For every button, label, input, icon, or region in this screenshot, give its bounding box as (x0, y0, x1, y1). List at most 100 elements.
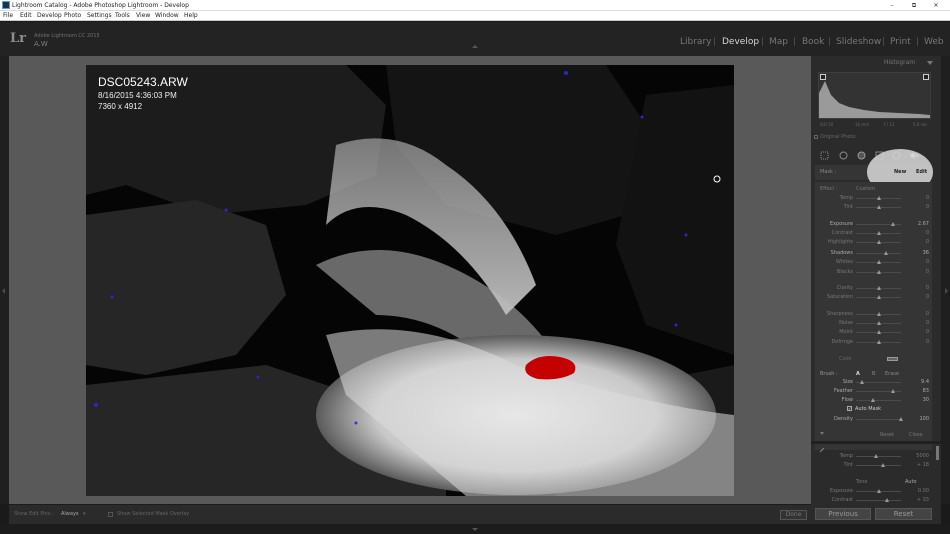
collapse-top-panel-icon[interactable] (472, 45, 478, 48)
show-edit-pins-select[interactable]: Always (61, 511, 79, 517)
menu-view[interactable]: View (136, 11, 150, 21)
slider-brush-size[interactable]: Size 9.4 (815, 378, 932, 387)
histogram-iso: ISO 50 (820, 122, 834, 127)
image-dimensions: 7360 x 4912 (98, 102, 143, 111)
module-print[interactable]: Print (890, 37, 911, 47)
original-photo-checkbox[interactable] (814, 135, 818, 139)
brush-b-button[interactable]: B (872, 371, 875, 377)
slider-wb-tint[interactable]: Tint + 18 (815, 461, 932, 470)
filmstrip-toggle[interactable] (0, 524, 950, 534)
histogram[interactable] (818, 72, 931, 119)
effect-preset-select[interactable]: Custom (856, 186, 875, 192)
panel-reset-button[interactable]: Reset (880, 432, 894, 438)
histogram-focal-length: 16 mm (855, 122, 870, 127)
slider-brush-flow[interactable]: Flow 30 (815, 396, 932, 405)
expand-left-icon (2, 288, 5, 294)
slider-moire[interactable]: Moiré 0 (815, 328, 932, 337)
histogram-title[interactable]: Histogram (884, 59, 915, 66)
previous-button[interactable]: Previous (815, 508, 871, 520)
auto-tone-button[interactable]: Auto (905, 479, 917, 485)
module-web[interactable]: Web (924, 37, 944, 47)
slider-contrast[interactable]: Contrast 0 (815, 229, 932, 238)
menu-window[interactable]: Window (155, 11, 179, 21)
reset-button[interactable]: Reset (875, 508, 932, 520)
image-canvas: DSC05243.ARW 8/16/2015 4:36:03 PM 7360 x… (9, 56, 811, 504)
right-panel-toggle[interactable] (941, 56, 950, 504)
slider-sharpness[interactable]: Sharpness 0 (815, 310, 932, 319)
slider-basic-contrast[interactable]: Contrast + 33 (815, 496, 932, 505)
histogram-graph (819, 81, 930, 118)
module-develop[interactable]: Develop (722, 37, 759, 47)
collapse-right-icon (945, 288, 948, 294)
red-eye-tool-icon[interactable] (857, 151, 866, 160)
slider-noise[interactable]: Noise 0 (815, 319, 932, 328)
show-edit-pins-label: Show Edit Pins : (14, 511, 54, 517)
maximize-button[interactable]: ⧉ (904, 0, 924, 11)
left-panel-toggle[interactable] (0, 56, 9, 504)
module-book[interactable]: Book (802, 37, 824, 47)
auto-mask-checkbox[interactable]: ✓ (847, 406, 852, 411)
spot-removal-tool-icon[interactable] (839, 151, 848, 160)
menu-edit[interactable]: Edit (20, 11, 32, 21)
slider-temp[interactable]: Temp 0 (815, 194, 932, 203)
slider-exposure[interactable]: Exposure 2.67 (815, 220, 932, 229)
show-mask-overlay-label: Show Selected Mask Overlay (117, 511, 190, 517)
module-separator: | (793, 37, 797, 47)
module-separator: | (916, 37, 920, 47)
window-title: Lightroom Catalog - Adobe Photoshop Ligh… (12, 2, 189, 9)
chevron-down-icon[interactable]: ▾ (83, 511, 86, 517)
collapse-histogram-icon[interactable] (927, 61, 933, 65)
mask-new-button[interactable]: New (894, 169, 906, 175)
module-slideshow[interactable]: Slideshow (836, 37, 881, 47)
auto-mask-label: Auto Mask (855, 406, 882, 412)
mask-label: Mask : (820, 169, 837, 175)
slider-whites[interactable]: Whites 0 (815, 258, 932, 267)
collapse-panel-icon[interactable] (820, 432, 824, 435)
slider-shadows[interactable]: Shadows 36 (815, 249, 932, 258)
slider-tint[interactable]: Tint 0 (815, 203, 932, 212)
slider-brush-feather[interactable]: Feather 83 (815, 387, 932, 396)
menu-help[interactable]: Help (184, 11, 198, 21)
panel-scrollbar[interactable] (936, 446, 939, 460)
lightroom-app-icon (2, 1, 10, 9)
slider-wb-temp[interactable]: Temp 5000 (815, 452, 932, 461)
lightroom-logo: Lr (10, 31, 26, 46)
menu-tools[interactable]: Tools (115, 11, 130, 21)
minimize-button[interactable]: – (882, 0, 902, 11)
module-library[interactable]: Library (680, 37, 711, 47)
slider-brush-density[interactable]: Density 100 (815, 415, 932, 424)
brush-a-button[interactable]: A (856, 371, 860, 377)
photo-preview[interactable]: DSC05243.ARW 8/16/2015 4:36:03 PM 7360 x… (86, 65, 734, 496)
module-separator: | (761, 37, 765, 47)
slider-defringe[interactable]: Defringe 0 (815, 338, 932, 347)
menu-photo[interactable]: Photo (64, 11, 81, 21)
capture-date: 8/16/2015 4:36:03 PM (98, 91, 177, 100)
slider-highlights[interactable]: Highlights 0 (815, 238, 932, 247)
slider-saturation[interactable]: Saturation 0 (815, 293, 932, 302)
menu-file[interactable]: File (3, 11, 13, 21)
file-name: DSC05243.ARW (98, 75, 188, 89)
crop-overlay-tool-icon[interactable] (820, 151, 829, 160)
slider-blacks[interactable]: Blacks 0 (815, 268, 932, 277)
slider-basic-exposure[interactable]: Exposure 0.00 (815, 487, 932, 496)
module-map[interactable]: Map (769, 37, 788, 47)
module-separator: | (828, 37, 832, 47)
menu-develop[interactable]: Develop (37, 11, 62, 21)
right-panel: Histogram ISO 50 16 mm f / 13 5.0 sec Or… (811, 56, 941, 524)
tone-label: Tone (856, 479, 868, 485)
done-button[interactable]: Done (780, 510, 807, 520)
bottom-toolbar: Show Edit Pins : Always ▾ Show Selected … (9, 504, 811, 524)
module-separator: | (882, 37, 886, 47)
brush-erase-button[interactable]: Erase (885, 371, 899, 377)
mask-edit-button[interactable]: Edit (916, 169, 927, 175)
effect-label: Effect : (820, 186, 838, 192)
color-swatch[interactable] (887, 357, 898, 361)
panel-close-button[interactable]: Close (909, 432, 923, 438)
show-mask-overlay-checkbox[interactable] (108, 512, 113, 517)
waterfall-photo (86, 65, 734, 496)
menu-settings[interactable]: Settings (87, 11, 112, 21)
slider-clarity[interactable]: Clarity 0 (815, 284, 932, 293)
menu-bar: File Edit Develop Photo Settings Tools V… (0, 11, 950, 21)
close-button[interactable]: ✕ (926, 0, 946, 11)
panel-divider (811, 441, 941, 444)
